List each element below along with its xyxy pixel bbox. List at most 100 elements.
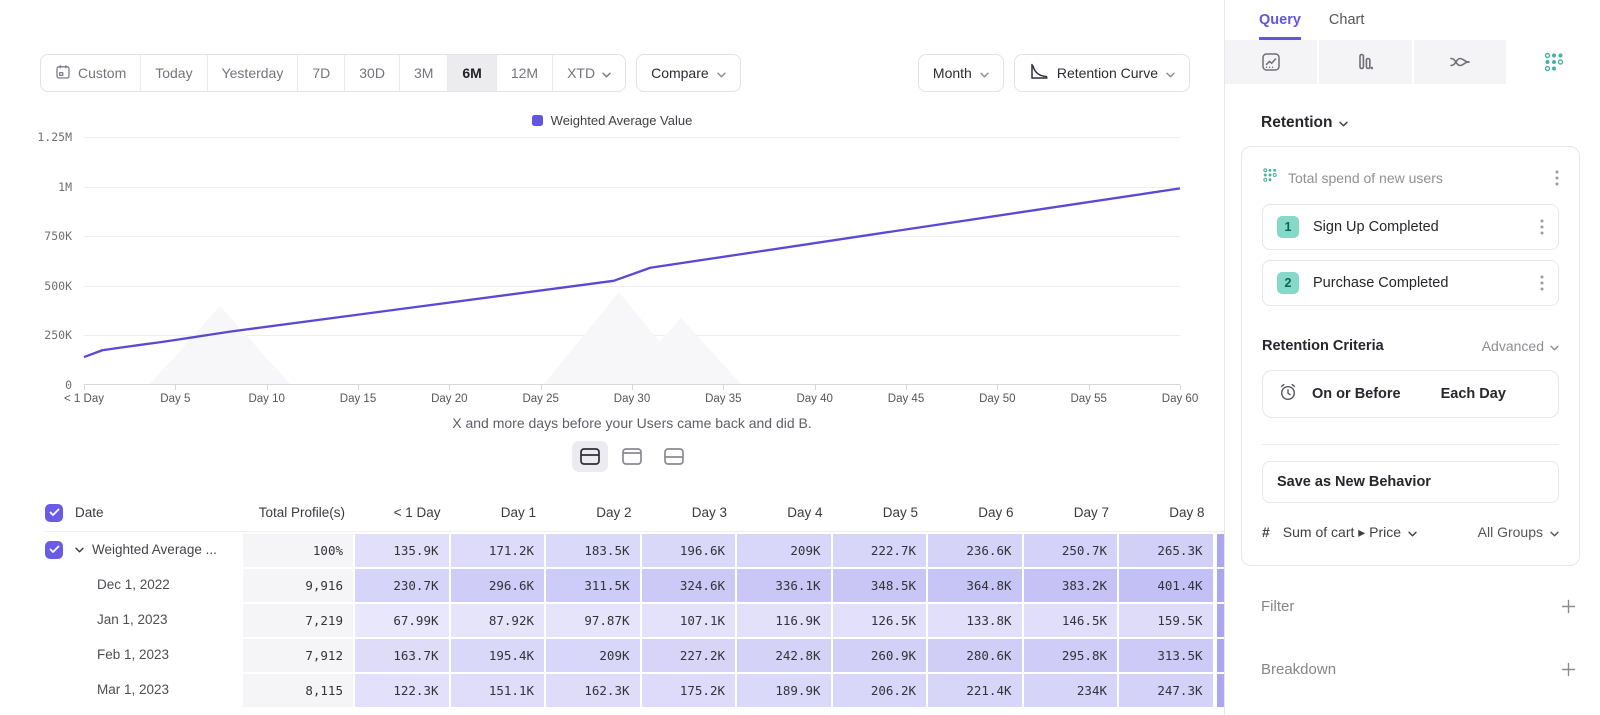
- y-tick-label: 0: [65, 378, 72, 392]
- retention-value-cell: 151.1K: [451, 672, 547, 707]
- range-3m[interactable]: 3M: [400, 55, 448, 91]
- report-main-panel: CustomToday Yesterday 7D 30D3M6M12MXTD Comp…: [0, 0, 1224, 715]
- table-row: Jan 1, 20237,21967.99K87.92K97.87K107.1K…: [45, 602, 1224, 637]
- kebab-menu-icon[interactable]: [1540, 219, 1544, 235]
- retention-value-cell: 221.4K: [928, 672, 1024, 707]
- step-event-label: Sign Up Completed: [1313, 219, 1526, 235]
- granularity-label: Month: [933, 65, 972, 81]
- retention-value-cell: 97.87K: [546, 602, 642, 637]
- range-label: Yesterday: [222, 65, 284, 81]
- filter-label: Filter: [1261, 598, 1561, 615]
- behavior-steps: 1Sign Up Completed 2Purchase Completed: [1262, 204, 1559, 306]
- report-type-flows[interactable]: [1414, 40, 1506, 84]
- plot-area: [84, 137, 1180, 385]
- panel-layout-toggles: [84, 441, 1180, 472]
- row-checkbox-cell: [45, 532, 75, 567]
- layout-split-view-button[interactable]: [572, 441, 608, 472]
- range-xtd[interactable]: XTD: [553, 55, 625, 91]
- sidebar-tabs: Query Chart: [1225, 0, 1600, 40]
- clipped-day9-cell: [1217, 602, 1225, 637]
- retention-value-cell: 401.4K: [1119, 567, 1215, 602]
- retention-value-cell: 234K: [1024, 672, 1120, 707]
- retention-value-cell: 324.6K: [642, 567, 738, 602]
- save-as-new-behavior-button[interactable]: Save as New Behavior: [1262, 461, 1559, 503]
- tab-chart[interactable]: Chart: [1329, 12, 1364, 40]
- chevron-down-icon: [1408, 524, 1417, 540]
- step-event-label: Purchase Completed: [1313, 275, 1526, 291]
- retention-value-cell: 209K: [546, 637, 642, 672]
- granularity-dropdown[interactable]: Month: [918, 54, 1004, 92]
- timing-unit[interactable]: Each Day: [1441, 386, 1506, 402]
- card-divider: [1262, 444, 1559, 445]
- retention-value-cell: 295.8K: [1024, 637, 1120, 672]
- clipped-day9-cell: [1217, 532, 1225, 567]
- table-row: Mar 1, 20238,115122.3K151.1K162.3K175.2K…: [45, 672, 1224, 707]
- date-range-toolbar: CustomToday Yesterday 7D 30D3M6M12MXTD Comp…: [40, 54, 1190, 92]
- range-yesterday[interactable]: Yesterday: [208, 55, 299, 91]
- row-label-cell: Dec 1, 2022: [75, 567, 243, 602]
- retention-criteria-row: Retention Criteria Advanced: [1262, 338, 1559, 354]
- retention-line-chart: 1.25M1M750K500K250K0: [0, 137, 1224, 385]
- retention-value-cell: 364.8K: [928, 567, 1024, 602]
- compare-button[interactable]: Compare: [636, 54, 741, 92]
- report-type-insights[interactable]: [1225, 40, 1317, 84]
- range-today[interactable]: Today: [141, 55, 207, 91]
- retention-value-cell: 189.9K: [737, 672, 833, 707]
- add-filter-button[interactable]: [1561, 599, 1576, 614]
- range-custom[interactable]: Custom: [41, 55, 141, 91]
- range-7d[interactable]: 7D: [298, 55, 345, 91]
- retention-value-cell: 133.8K: [928, 602, 1024, 637]
- retention-timing-control[interactable]: On or Before Each Day: [1262, 370, 1559, 418]
- column-header: Total Profile(s): [243, 494, 355, 531]
- x-tick-label: Day 10: [248, 393, 284, 405]
- column-header: Day 1: [451, 494, 547, 531]
- measure-row: # Sum of cart ▸ Price All Groups: [1262, 519, 1559, 545]
- retention-value-cell: 336.1K: [737, 567, 833, 602]
- total-profiles-cell: 9,916: [243, 567, 355, 602]
- retention-value-cell: 260.9K: [833, 637, 929, 672]
- row-checkbox[interactable]: [45, 541, 63, 559]
- groups-dropdown[interactable]: All Groups: [1478, 524, 1559, 540]
- behavior-title: Total spend of new users: [1288, 170, 1545, 186]
- retention-value-cell: 227.2K: [642, 637, 738, 672]
- range-30d[interactable]: 30D: [345, 55, 400, 91]
- tab-query[interactable]: Query: [1259, 12, 1301, 40]
- measure-property-dropdown[interactable]: Sum of cart ▸ Price: [1283, 524, 1417, 541]
- add-breakdown-button[interactable]: [1561, 662, 1576, 677]
- behavior-step-row[interactable]: 2Purchase Completed: [1262, 260, 1559, 306]
- criteria-mode-dropdown[interactable]: Advanced: [1482, 338, 1559, 354]
- retention-value-cell: 265.3K: [1119, 532, 1215, 567]
- behavior-step-row[interactable]: 1Sign Up Completed: [1262, 204, 1559, 250]
- retention-icon: [1543, 51, 1565, 73]
- retention-value-cell: 126.5K: [833, 602, 929, 637]
- compare-label: Compare: [651, 65, 709, 81]
- row-expander-chevron-icon[interactable]: [75, 547, 84, 553]
- x-tick-label: < 1 Day: [64, 393, 104, 405]
- calendar-icon: [55, 64, 71, 83]
- layout-top-icon: [621, 447, 643, 466]
- range-12m[interactable]: 12M: [497, 55, 553, 91]
- select-all-checkbox[interactable]: [45, 504, 63, 522]
- row-date-label: Dec 1, 2022: [75, 577, 170, 592]
- groups-label: All Groups: [1478, 524, 1543, 540]
- x-tick-label: Day 55: [1070, 393, 1106, 405]
- chevron-down-icon: [1550, 524, 1559, 540]
- sidebar-body: Retention Total spend of new users 1Sign…: [1225, 114, 1600, 678]
- layout-table-view-button[interactable]: [656, 441, 692, 472]
- range-label: 7D: [312, 65, 330, 81]
- range-6m[interactable]: 6M: [448, 55, 496, 91]
- retention-value-cell: 87.92K: [451, 602, 547, 637]
- retention-section-dropdown[interactable]: Retention: [1261, 114, 1580, 132]
- row-label-cell: Feb 1, 2023: [75, 637, 243, 672]
- chart-type-dropdown[interactable]: Retention Curve: [1014, 54, 1190, 92]
- report-type-retention[interactable]: [1508, 40, 1600, 84]
- layout-chart-view-button[interactable]: [614, 441, 650, 472]
- kebab-menu-icon[interactable]: [1555, 170, 1559, 186]
- y-tick-label: 250K: [44, 328, 72, 342]
- row-checkbox-cell: [45, 672, 75, 707]
- retention-value-cell: 183.5K: [546, 532, 642, 567]
- retention-value-cell: 107.1K: [642, 602, 738, 637]
- kebab-menu-icon[interactable]: [1540, 275, 1544, 291]
- report-type-funnels[interactable]: [1319, 40, 1411, 84]
- timing-label[interactable]: On or Before: [1312, 386, 1401, 402]
